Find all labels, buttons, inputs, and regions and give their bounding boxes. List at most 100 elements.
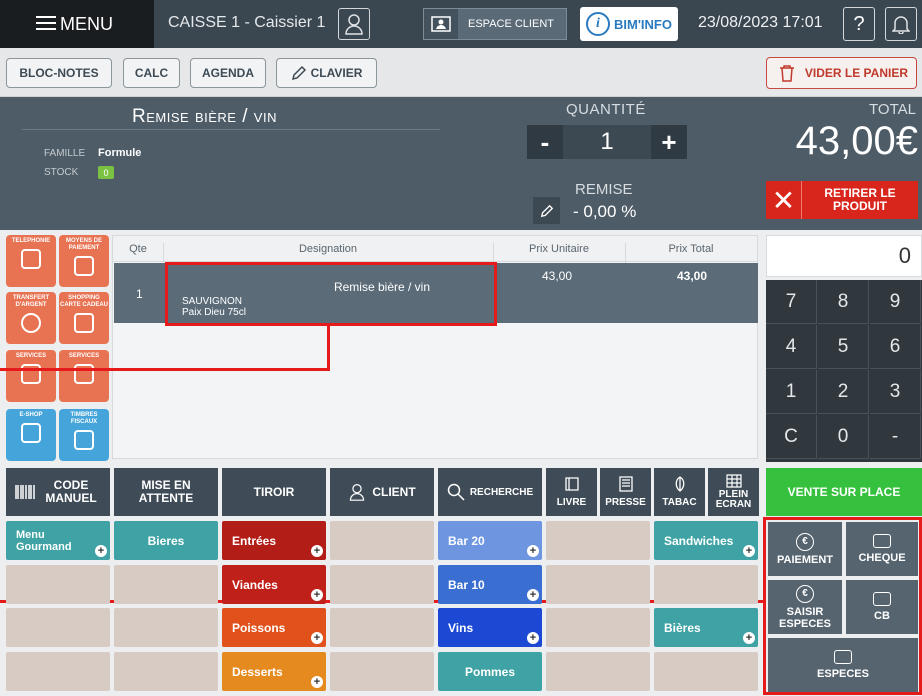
category-sandwiches[interactable]: Sandwiches + [654, 521, 758, 560]
bloc-notes-button[interactable]: BLOC-NOTES [6, 58, 112, 88]
fullscreen-icon [725, 474, 742, 488]
retirer-label: RETIRER LE PRODUIT [824, 186, 896, 213]
category-label: Bières [664, 620, 701, 635]
category-poissons[interactable]: Poissons + [222, 608, 326, 647]
trash-icon [780, 65, 794, 82]
category-menu-gourmand[interactable]: Menu Gourmand + [6, 521, 110, 560]
presse-button[interactable]: PRESSE [600, 468, 651, 516]
espace-client-button[interactable]: ESPACE CLIENT [423, 8, 567, 40]
title-divider [22, 129, 440, 130]
service-label: SERVICES [15, 353, 47, 359]
service-label: MOYENS DE PAIEMENT [65, 238, 102, 251]
remise-value: - 0,00 % [573, 202, 637, 221]
hamburger-icon [36, 16, 56, 30]
category-label: Bar 10 [448, 577, 485, 592]
bank-icon [21, 364, 41, 384]
edit-remise-button[interactable] [533, 197, 560, 224]
datetime: 23/08/2023 17:01 [698, 14, 823, 31]
bim-info-button[interactable]: i BIM'INFO [580, 7, 678, 41]
info-icon: i [586, 12, 610, 36]
mise-en-attente-button[interactable]: MISE EN ATTENTE [114, 468, 218, 516]
service-services-1[interactable]: SERVICES [6, 350, 56, 402]
client-button[interactable]: CLIENT [330, 468, 434, 516]
plus-icon: + [311, 632, 323, 644]
newspaper-icon [618, 475, 633, 492]
plus-icon: + [743, 632, 755, 644]
recherche-label: RECHERCHE [469, 486, 534, 498]
plus-icon: + [311, 545, 323, 557]
service-timbres-fiscaux[interactable]: TIMBRES FISCAUX [59, 409, 109, 461]
calc-button[interactable]: CALC [123, 58, 180, 88]
empty-cell [6, 652, 110, 691]
top-bar: MENU CAISSE 1 - Caissier 1 ESPACE CLIENT… [0, 0, 922, 48]
total-panel: TOTAL 43,00€ ✕ RETIRER LE PRODUIT [762, 97, 922, 230]
service-shopping-carte-cadeau[interactable]: SHOPPING CARTE CADEAU [59, 292, 109, 344]
help-icon[interactable]: ? [843, 7, 875, 41]
service-services-2[interactable]: SERVICES [59, 350, 109, 402]
stock-badge: 0 [98, 166, 114, 179]
category-bieres-2[interactable]: Bières + [654, 608, 758, 647]
quantity-value[interactable]: 1 [563, 125, 651, 159]
key-minus[interactable]: - [870, 415, 921, 459]
cashier-label: CAISSE 1 - Caissier 1 [168, 14, 326, 31]
vente-sur-place-button[interactable]: VENTE SUR PLACE [766, 468, 922, 516]
category-desserts[interactable]: Desserts + [222, 652, 326, 691]
agenda-button[interactable]: AGENDA [190, 58, 266, 88]
client-card-icon [424, 9, 458, 39]
key-3[interactable]: 3 [870, 370, 921, 414]
category-viandes[interactable]: Viandes + [222, 565, 326, 604]
phone-icon [21, 249, 41, 269]
category-pommes[interactable]: Pommes [438, 652, 542, 691]
category-bieres[interactable]: Bieres [114, 521, 218, 560]
service-label: SERVICES [68, 353, 100, 359]
key-0[interactable]: 0 [818, 415, 869, 459]
vider-panier-button[interactable]: VIDER LE PANIER [766, 57, 917, 89]
key-c[interactable]: C [766, 415, 817, 459]
category-entrees[interactable]: Entrées + [222, 521, 326, 560]
service-e-shop[interactable]: E-SHOP [6, 409, 56, 461]
empty-cell [546, 608, 650, 647]
quantity-plus-button[interactable]: + [651, 125, 687, 159]
key-1[interactable]: 1 [766, 370, 817, 414]
tiroir-button[interactable]: TIROIR [222, 468, 326, 516]
col-designation: Designation [298, 243, 358, 255]
menu-button[interactable]: MENU [0, 0, 154, 48]
quantity-minus-button[interactable]: - [527, 125, 563, 159]
plein-ecran-button[interactable]: PLEIN ECRAN [708, 468, 759, 516]
key-6[interactable]: 6 [870, 325, 921, 369]
key-2[interactable]: 2 [818, 370, 869, 414]
key-5[interactable]: 5 [818, 325, 869, 369]
livre-button[interactable]: LIVRE [546, 468, 597, 516]
key-8[interactable]: 8 [818, 280, 869, 324]
client-label: CLIENT [372, 484, 416, 499]
table-header: Qte Designation Prix Unitaire Prix Total [113, 236, 757, 269]
presse-label: PRESSE [605, 496, 646, 508]
retirer-produit-button[interactable]: ✕ RETIRER LE PRODUIT [766, 181, 918, 219]
building-icon [74, 430, 94, 450]
bell-icon[interactable] [885, 7, 917, 41]
clavier-button[interactable]: CLAVIER [276, 58, 377, 88]
key-4[interactable]: 4 [766, 325, 817, 369]
category-vins[interactable]: Vins + [438, 608, 542, 647]
service-label: E-SHOP [19, 412, 43, 418]
pencil-icon [291, 65, 306, 81]
tabac-button[interactable]: TABAC [654, 468, 705, 516]
service-telephonie[interactable]: TELEPHONIE [6, 235, 56, 287]
recherche-button[interactable]: RECHERCHE [438, 468, 542, 516]
plus-icon: + [527, 589, 539, 601]
total-label: TOTAL [869, 101, 916, 118]
user-icon[interactable] [338, 8, 370, 40]
empty-cell [6, 608, 110, 647]
service-transfert-argent[interactable]: TRANSFERT D'ARGENT [6, 292, 56, 344]
category-label: Viandes [232, 577, 278, 592]
key-7[interactable]: 7 [766, 280, 817, 324]
payment-icon [74, 256, 94, 276]
code-manuel-button[interactable]: CODE MANUEL [6, 468, 110, 516]
key-9[interactable]: 9 [870, 280, 921, 324]
category-label: Desserts [232, 664, 283, 679]
category-bar-10[interactable]: Bar 10 + [438, 565, 542, 604]
service-moyens-paiement[interactable]: MOYENS DE PAIEMENT [59, 235, 109, 287]
plus-icon: + [311, 589, 323, 601]
category-bar-20[interactable]: Bar 20 + [438, 521, 542, 560]
vider-label: VIDER LE PANIER [804, 66, 908, 80]
